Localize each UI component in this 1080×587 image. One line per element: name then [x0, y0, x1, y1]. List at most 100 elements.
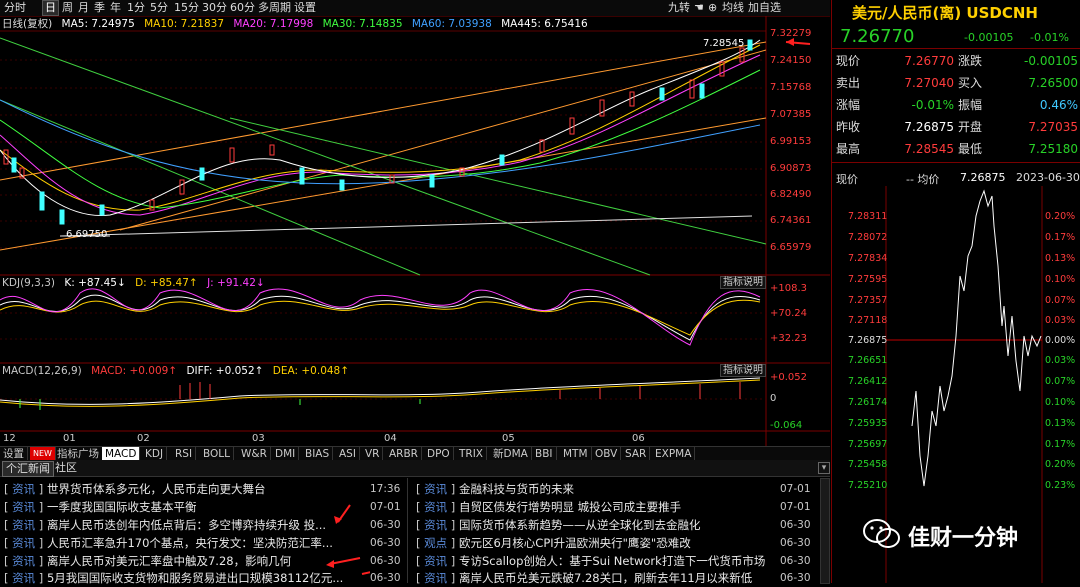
news-date: 06-30 [370, 537, 401, 549]
kdj-tick: +32.23 [770, 333, 808, 344]
news-item[interactable]: [ 资讯 ] 人民币汇率急升170个基点，央行发文：坚决防范汇率... [4, 534, 364, 552]
y-tick: 6.74361 [770, 215, 812, 226]
quote-row: 现价 7.26770 涨跌 -0.00105 [836, 54, 1078, 68]
tab-bias[interactable]: BIAS [302, 447, 334, 461]
tab-fx-news[interactable]: 个汇新闻 [2, 461, 54, 477]
collapse-icon[interactable]: ▾ [818, 462, 830, 474]
y-tick: 7.15768 [770, 82, 812, 93]
kdj-j-value: J: +91.42↓ [207, 277, 265, 289]
tab-macd[interactable]: MACD [102, 447, 141, 461]
news-item[interactable]: [ 资讯 ] 离岸人民币兑美元跌破7.28关口，刷新去年11月以来新低 [416, 569, 776, 587]
macd-explain-button[interactable]: 指标说明 [720, 364, 766, 377]
quote-panel: 美元/人民币(离) USDCNH 7.26770 -0.00105 -0.01%… [831, 0, 1080, 583]
mini-avg-label: -- 均价 [906, 173, 940, 186]
news-item[interactable]: [ 资讯 ] 自贸区债发行增势明显 城投公司成主要推手 [416, 498, 776, 516]
y-tick: 6.82490 [770, 189, 812, 200]
news-item[interactable]: [ 资讯 ] 世界货币体系多元化，人民币走向更大舞台 [4, 480, 404, 498]
mini-now-label: 现价 [836, 173, 858, 186]
month-label: 12 [3, 433, 16, 444]
news-item[interactable]: [ 资讯 ] 离岸人民币迭创年内低点背后：多空博弈持续升级 投... [4, 516, 364, 534]
news-date: 06-30 [370, 555, 401, 567]
news-tabs: 个汇新闻 社区 ▾ [0, 460, 830, 477]
macd-tick: +0.052 [770, 372, 808, 383]
y-tick: 7.07385 [770, 109, 812, 120]
macd-label: MACD(12,26,9) [2, 365, 82, 377]
y-tick: 6.99153 [770, 136, 812, 147]
tab-obv[interactable]: OBV [592, 447, 622, 461]
indicator-plaza-tab[interactable]: 指标广场 [54, 447, 103, 461]
quote-row: 最高 7.28545 最低 7.25180 [836, 142, 1078, 156]
tab-new-dma[interactable]: 新DMA [490, 447, 532, 461]
tab-dmi[interactable]: DMI [272, 447, 300, 461]
low-price-label: 6.69750 [66, 229, 108, 240]
macd-legend: MACD(12,26,9) MACD: +0.009↑ DIFF: +0.052… [2, 364, 355, 378]
divider [832, 162, 1080, 163]
tab-dpo[interactable]: DPO [424, 447, 454, 461]
tab-sar[interactable]: SAR [622, 447, 651, 461]
news-item[interactable]: [ 资讯 ] 5月我国国际收支货物和服务贸易进出口规模38112亿元... [4, 569, 364, 587]
kdj-tick: +108.3 [770, 283, 808, 294]
macd-tick: -0.064 [770, 420, 803, 431]
month-label: 01 [63, 433, 76, 444]
month-label: 06 [632, 433, 645, 444]
high-price-label: 7.28545 [703, 38, 745, 49]
news-date: 06-30 [370, 519, 401, 531]
tab-boll[interactable]: BOLL [200, 447, 234, 461]
news-date: 07-01 [780, 501, 811, 513]
tab-expma[interactable]: EXPMA [652, 447, 696, 461]
news-item[interactable]: [ 资讯 ] 专访Scallop创始人：基于Sui Network打造下一代货币… [416, 552, 776, 570]
watermark-text: 佳财一分钟 [908, 526, 1019, 551]
kline-chart[interactable] [0, 0, 830, 446]
news-item[interactable]: [ 资讯 ] 国际货币体系新趋势——从逆全球化到去金融化 [416, 516, 776, 534]
kdj-legend: KDJ(9,3,3) K: +87.45↓ D: +85.47↑ J: +91.… [2, 276, 271, 290]
tab-rsi[interactable]: RSI [172, 447, 197, 461]
news-date: 07-01 [370, 501, 401, 513]
kdj-tick: +70.24 [770, 308, 808, 319]
news-item[interactable]: [ 观点 ] 欧元区6月核心CPI升温欧洲央行"鹰姿"恐难改 [416, 534, 776, 552]
macd-tick: 0 [770, 393, 777, 404]
tab-mtm[interactable]: MTM [560, 447, 592, 461]
tab-kdj[interactable]: KDJ [142, 447, 168, 461]
y-tick: 6.90873 [770, 163, 812, 174]
y-tick: 7.24150 [770, 55, 812, 66]
tab-bbi[interactable]: BBI [532, 447, 557, 461]
tab-vr[interactable]: VR [362, 447, 384, 461]
news-date: 06-30 [370, 572, 401, 584]
news-date: 06-30 [780, 555, 811, 567]
mini-prev-close: 7.26875 [960, 171, 1006, 184]
news-date: 06-30 [780, 519, 811, 531]
tab-arbr[interactable]: ARBR [386, 447, 422, 461]
quote-row: 卖出 7.27040 买入 7.26500 [836, 76, 1078, 90]
news-item[interactable]: [ 资讯 ] 离岸人民币对美元汇率盘中触及7.28，影响几何 [4, 552, 364, 570]
kdj-k-value: K: +87.45↓ [64, 277, 126, 289]
month-label: 04 [384, 433, 397, 444]
kdj-label: KDJ(9,3,3) [2, 277, 55, 289]
indicator-tabs: 设置 NEW 指标广场 MACD KDJ RSI BOLL W&R DMI BI… [0, 446, 830, 461]
news-item[interactable]: [ 资讯 ] 一季度我国国际收支基本平衡 [4, 498, 364, 516]
kdj-explain-button[interactable]: 指标说明 [720, 276, 766, 289]
tab-asi[interactable]: ASI [336, 447, 360, 461]
news-date: 17:36 [370, 483, 401, 495]
last-price: 7.26770 [840, 26, 915, 47]
diff-value: DIFF: +0.052↑ [186, 365, 264, 377]
tab-wr[interactable]: W&R [238, 447, 271, 461]
month-label: 03 [252, 433, 265, 444]
news-date: 06-30 [780, 537, 811, 549]
news-date: 07-01 [780, 483, 811, 495]
price-change: -0.00105 [964, 31, 1014, 44]
news-item[interactable]: [ 资讯 ] 金融科技与货币的未来 [416, 480, 776, 498]
new-badge: NEW [30, 447, 56, 461]
month-label: 02 [137, 433, 150, 444]
news-date: 06-30 [780, 572, 811, 584]
tab-trix[interactable]: TRIX [456, 447, 487, 461]
indicator-settings-tab[interactable]: 设置 [0, 447, 28, 461]
quote-row: 昨收 7.26875 开盘 7.27035 [836, 120, 1078, 134]
divider [832, 48, 1080, 49]
news-divider [407, 478, 408, 583]
tab-community[interactable]: 社区 [52, 461, 80, 475]
y-tick: 6.65979 [770, 242, 812, 253]
kdj-d-value: D: +85.47↑ [135, 277, 198, 289]
y-tick: 7.32279 [770, 28, 812, 39]
news-scrollbar[interactable] [820, 478, 830, 584]
annotation-arrows [326, 504, 370, 575]
